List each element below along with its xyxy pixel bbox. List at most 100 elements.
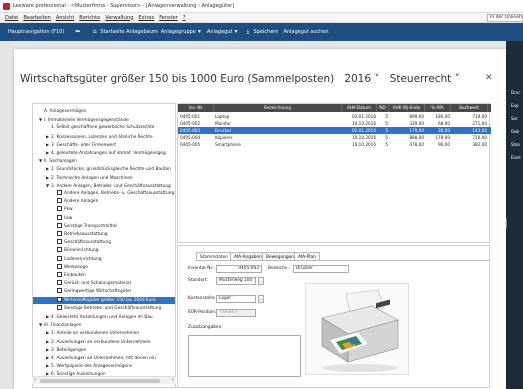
menu-fenster[interactable]: Fenster <box>159 15 178 21</box>
document-icon <box>57 247 62 253</box>
scroll-right-icon[interactable]: › <box>172 377 174 383</box>
table-row[interactable]: 0405-005 Smartphone 10.10.2016 5 478,00 96,00… <box>178 141 491 148</box>
notes-textarea[interactable] <box>188 335 301 377</box>
home-button[interactable]: ⌂ Startseite Anlagebaum <box>91 29 158 36</box>
tree-node-label: 1. Grundstücke, grundstücksgleiche Recht… <box>51 167 171 173</box>
location-browse-button[interactable]: … <box>258 277 264 285</box>
column-header[interactable]: AHK Wj-Ende <box>389 104 425 112</box>
law-value: Steuerrecht <box>389 73 452 85</box>
asset-tree: A. Anlagevermögen ▼ I. Immaterielle Vermög… <box>32 103 176 388</box>
tree-node-label: II. Sachanlagen <box>44 159 77 165</box>
main-navigation-button[interactable]: Hauptnavigation (F10) <box>8 29 64 35</box>
tree-node[interactable]: ▼ III. Finanzanlagen <box>39 321 82 328</box>
chevron-down-icon: ˅ <box>374 73 380 85</box>
side-item-geb[interactable]: Geb <box>511 129 519 134</box>
menu-help[interactable]: ? <box>183 15 186 21</box>
column-header[interactable]: AHK-Datum <box>342 104 377 112</box>
tree-node[interactable]: Geringwertige Wirtschaftsgüter <box>52 288 132 295</box>
tree-node[interactable]: Wirtschaftsgüter größer 150 bis 1000 Eur… <box>33 296 175 304</box>
side-item-print[interactable]: Druc <box>511 90 520 95</box>
tree-node[interactable]: A. Anlagevermögen <box>39 108 86 115</box>
side-item-settings[interactable]: Einst <box>511 155 521 160</box>
description-field[interactable]: Drucker <box>293 265 349 273</box>
tree-node[interactable]: Gerüst- und Schalungsmaterial <box>52 280 131 287</box>
column-header[interactable]: Inv.-Nr. <box>179 104 214 112</box>
asset-group-label: Anlagegruppe <box>160 29 196 35</box>
asset-group-button[interactable]: Anlagegruppe ▾ <box>160 29 205 36</box>
table-row[interactable]: 0405-003 Drucker 02.01.2016 5 179,00 36,00 143… <box>178 127 491 134</box>
tree-node[interactable]: Büroeinrichtung <box>52 247 98 254</box>
scrollbar-thumb[interactable] <box>40 379 160 383</box>
app-logo-icon <box>3 2 10 10</box>
back-button[interactable]: ⬅ <box>74 29 83 35</box>
table-cell: 0405-003 <box>180 128 201 133</box>
tree-node-label: A. Anlagevermögen <box>44 109 87 114</box>
menu-datei[interactable]: Datei <box>5 15 18 21</box>
tree-node[interactable]: Andere Anlagen, Betriebs- u. Geschäftsau… <box>52 190 174 197</box>
scroll-left-icon[interactable]: ‹ <box>34 377 36 383</box>
table-cell: 96,00 <box>438 142 450 147</box>
column-header[interactable]: %-AfA <box>425 104 451 112</box>
column-header[interactable]: Buchwert <box>451 104 488 112</box>
tree-node-label: Werkzeuge <box>64 264 88 270</box>
tree-node[interactable]: Lkw <box>52 214 72 222</box>
tab-divider <box>196 260 490 261</box>
tree-node[interactable]: ▶ 3. Geschäfts- oder Firmenwert <box>46 141 116 148</box>
tree-node[interactable]: Einbauten <box>52 272 86 279</box>
cost-center-select[interactable]: Lager ˅ <box>216 295 256 303</box>
help-search-input[interactable]: In der Onlinehilfe <box>487 14 523 22</box>
tree-node[interactable]: ▶ 1. Anteile an verbundenen Unternehmen <box>46 329 139 336</box>
year-selector[interactable]: 2016 ˅ <box>338 73 380 85</box>
side-item-export[interactable]: Exp <box>511 103 518 108</box>
menu-berichte[interactable]: Berichte <box>79 15 100 21</box>
close-icon[interactable]: ✕ <box>485 73 493 83</box>
tree-node[interactable]: ▶ 2. Ausleihungen an verbundene Unternehm… <box>46 338 151 345</box>
tree-node[interactable]: ▶ 1. Grundstücke, grundstücksgleiche Rech… <box>46 165 171 172</box>
tree-node[interactable]: Geschäftsausstattung <box>52 239 111 246</box>
menu-extras[interactable]: Extras <box>138 15 154 21</box>
menu-bar: Datei Bearbeiten Ansicht Berichte Verwal… <box>0 13 523 23</box>
table-row[interactable]: 0405-001 Laptop 02.01.2016 5 899,00 180,00 719… <box>178 113 491 120</box>
table-row[interactable]: 0405-002 Monitor 10.10.2016 5 339,00 68,00 271… <box>178 120 491 127</box>
tree-node[interactable]: Pkw <box>52 206 73 213</box>
tree-node[interactable]: ▶ 2. Technische Anlagen und Maschinen <box>46 174 133 181</box>
column-header[interactable]: ND <box>377 104 389 112</box>
tree-node[interactable]: Andere Anlagen <box>52 198 98 205</box>
menu-ansicht[interactable]: Ansicht <box>56 15 74 21</box>
tree-node[interactable]: ▶ 2. Konzessionen, Lizenzen und ähnliche … <box>46 133 153 140</box>
table-row[interactable]: 0405-004 Kopierer 10.10.2016 5 888,00 178,00 7… <box>178 134 491 141</box>
tree-node[interactable]: ▼ 3. Andere Anlagen, Betriebs- und Geschä… <box>46 182 171 189</box>
tree-node[interactable]: Ladeneinrichtung <box>52 255 102 263</box>
cost-center-browse-button[interactable]: … <box>258 295 264 303</box>
side-item-standard[interactable]: Stan <box>511 142 520 147</box>
save-button[interactable]: ⤓ Speichern <box>244 29 279 36</box>
tree-node[interactable]: Betriebsausstattung <box>52 231 108 238</box>
tree-node[interactable]: ▶ 4. Ausleihungen an Unternehmen, mit den… <box>46 354 156 361</box>
tree-node[interactable]: ▶ 4. geleistete Anzahlungen auf immat. Ve… <box>46 149 167 156</box>
euer-position-select[interactable]: <keine> ˅ <box>216 309 256 317</box>
tree-horizontal-scrollbar[interactable]: ‹ › <box>32 376 176 384</box>
location-select[interactable]: Musterweg 100 ˅ <box>216 277 256 285</box>
menu-bearbeiten[interactable]: Bearbeiten <box>23 15 50 21</box>
tree-node[interactable]: ▶ 5. Wertpapiere des Anlagevermögens <box>46 362 132 369</box>
table-cell: 02.01.2016 <box>352 114 376 119</box>
document-icon <box>57 296 62 302</box>
tree-node[interactable]: Werkzeuge <box>52 263 88 271</box>
tree-node[interactable]: Sonstige Transportmittel <box>52 222 117 230</box>
menu-verwaltung[interactable]: Verwaltung <box>105 15 133 21</box>
tree-node-label: Einbauten <box>64 273 86 278</box>
tree-node[interactable]: ▶ 3. Beteiligungen <box>46 346 86 353</box>
tree-node[interactable]: ▼ I. Immaterielle Vermögensgegenstände <box>39 116 129 123</box>
asset-button[interactable]: Anlagegut ▾ <box>207 29 242 36</box>
tree-node[interactable]: ▼ II. Sachanlagen <box>39 157 77 164</box>
side-item-sort[interactable]: Sor <box>511 116 518 121</box>
table-cell: 5 <box>385 135 388 140</box>
tree-node[interactable]: Sonstige Betriebs- und Geschäftsausstatt… <box>52 304 161 312</box>
search-asset-button[interactable]: Anlagegut suchen <box>283 29 328 35</box>
tree-node[interactable]: ▶ 4. Geleistete Anzahlungen und Anlagen i… <box>46 313 153 320</box>
inventory-number-field[interactable]: 0405-003 <box>216 265 262 273</box>
column-header[interactable]: Bezeichnung <box>214 104 342 112</box>
law-selector[interactable]: Steuerrecht ˅ <box>383 73 460 85</box>
tree-node[interactable]: 1. Selbst geschaffene gewerbliche Schutz… <box>46 124 154 131</box>
asset-photo[interactable] <box>305 283 409 375</box>
